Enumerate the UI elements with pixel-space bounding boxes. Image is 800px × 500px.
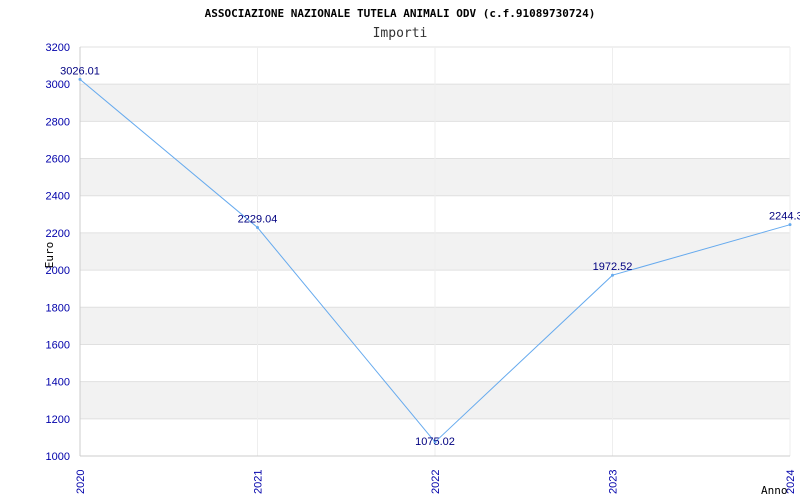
y-tick-label: 3000 — [46, 79, 70, 91]
x-axis-label: Anno — [761, 484, 788, 497]
data-point — [78, 77, 82, 81]
data-point — [788, 223, 792, 227]
y-tick-label: 2800 — [46, 116, 70, 128]
data-label: 1075.02 — [415, 436, 455, 448]
y-axis-label: Euro — [43, 242, 56, 269]
y-tick-label: 2400 — [46, 191, 70, 203]
chart: ASSOCIAZIONE NAZIONALE TUTELA ANIMALI OD… — [43, 7, 800, 497]
data-point — [611, 273, 614, 277]
x-tick-labels: 2020 2021 2022 2023 2024 — [75, 470, 797, 494]
y-tick-label: 1600 — [46, 339, 70, 351]
y-tick-label: 1200 — [46, 414, 70, 426]
data-label: 1972.52 — [593, 261, 633, 273]
x-tick-label: 2022 — [430, 470, 442, 494]
data-label: 2244.3 — [769, 211, 800, 223]
data-label: 2229.04 — [238, 214, 278, 226]
y-tick-label: 1400 — [46, 377, 70, 389]
y-tick-label: 2200 — [46, 228, 70, 240]
y-tick-label: 3200 — [46, 42, 70, 54]
data-label: 3026.01 — [60, 65, 100, 77]
y-tick-label: 2600 — [46, 154, 70, 166]
x-tick-label: 2023 — [608, 470, 620, 494]
y-tick-label: 1000 — [46, 451, 70, 463]
x-tick-label: 2020 — [75, 470, 87, 494]
y-tick-label: 1800 — [46, 302, 70, 314]
data-point — [256, 226, 259, 230]
chart-title: ASSOCIAZIONE NAZIONALE TUTELA ANIMALI OD… — [205, 7, 596, 20]
x-tick-label: 2021 — [253, 470, 265, 494]
chart-subtitle: Importi — [373, 26, 428, 41]
